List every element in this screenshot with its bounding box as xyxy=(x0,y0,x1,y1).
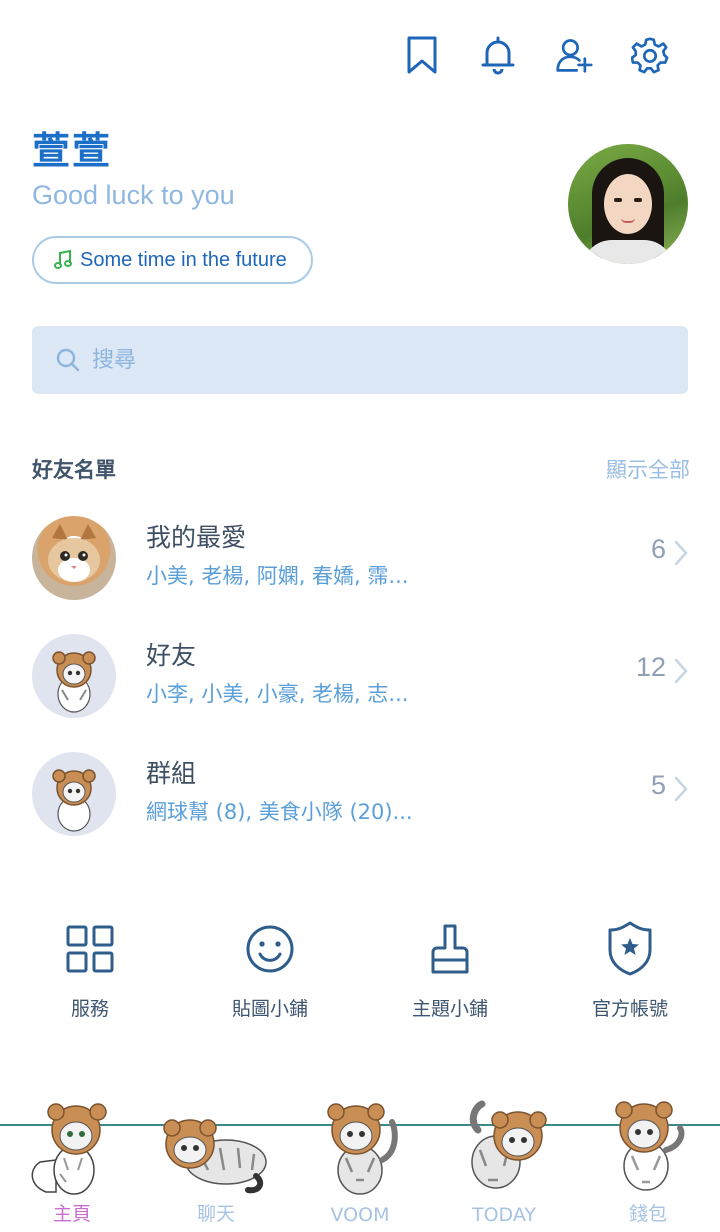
friend-group-members: 小李, 小美, 小豪, 老楊, 志... xyxy=(146,682,409,706)
add-friend-button[interactable] xyxy=(536,30,612,80)
tab-home[interactable]: 主頁 xyxy=(0,1100,144,1232)
tab-label: 錢包 xyxy=(628,1203,667,1225)
friend-group-name: 群組 xyxy=(146,759,197,788)
friends-section-title: 好友名單 xyxy=(32,458,116,482)
tab-label: VOOM xyxy=(330,1204,390,1226)
add-friend-icon xyxy=(556,39,593,73)
cat-sticker-icon xyxy=(615,1101,685,1191)
theme-shop-shortcut[interactable]: 主題小鋪 xyxy=(360,920,540,1030)
shortcut-label: 官方帳號 xyxy=(591,998,668,1020)
tab-today[interactable]: TODAY xyxy=(432,1100,576,1232)
cat-sticker-icon xyxy=(469,1100,547,1189)
profile-avatar[interactable] xyxy=(568,144,688,264)
sticker-shop-shortcut[interactable]: 貼圖小鋪 xyxy=(180,920,360,1030)
tab-wallet[interactable]: 錢包 xyxy=(576,1100,720,1232)
gear-icon xyxy=(631,37,669,74)
search-icon xyxy=(56,348,80,372)
bookmark-button[interactable] xyxy=(384,30,460,80)
friends-avatar xyxy=(32,634,116,718)
cat-sticker-icon xyxy=(327,1103,398,1195)
profile-music-label: Some time in the future xyxy=(80,248,287,271)
friend-group-count: 5 xyxy=(650,770,666,800)
friend-group-members: 小美, 老楊, 阿嫻, 春嬌, 霈... xyxy=(146,564,409,588)
tab-label: TODAY xyxy=(472,1204,536,1226)
groups-avatar xyxy=(32,752,116,836)
bookmark-icon xyxy=(407,36,437,74)
shortcut-label: 服務 xyxy=(70,998,109,1020)
profile-status-message[interactable]: Good luck to you xyxy=(32,180,235,211)
cat-sticker-icon xyxy=(31,1103,107,1195)
services-shortcut[interactable]: 服務 xyxy=(0,920,180,1030)
friend-group-count: 12 xyxy=(635,652,666,682)
friend-group-name: 好友 xyxy=(146,641,197,670)
shield-star-icon xyxy=(608,921,652,976)
search-bar[interactable] xyxy=(32,326,688,394)
profile-name[interactable]: 萱萱 xyxy=(32,120,112,175)
shortcut-label: 貼圖小鋪 xyxy=(231,998,308,1020)
settings-button[interactable] xyxy=(612,30,688,80)
search-input[interactable] xyxy=(92,347,652,373)
tab-voom[interactable]: VOOM xyxy=(288,1100,432,1232)
shortcut-label: 主題小鋪 xyxy=(411,998,488,1020)
friend-group-members: 網球幫 (8), 美食小隊 (20)... xyxy=(146,800,413,824)
tab-chats[interactable]: 聊天 xyxy=(144,1100,288,1232)
friend-group-count: 6 xyxy=(650,534,666,564)
top-toolbar xyxy=(384,30,688,80)
friend-group-favorites[interactable]: 我的最愛 小美, 老楊, 阿嫻, 春嬌, 霈... 6 xyxy=(0,508,720,608)
cat-sticker-icon xyxy=(163,1119,267,1194)
tab-label: 聊天 xyxy=(196,1203,235,1225)
smiley-icon xyxy=(246,925,294,973)
show-all-link[interactable]: 顯示全部 xyxy=(606,454,690,484)
chevron-right-icon xyxy=(674,540,688,566)
friend-group-groups[interactable]: 群組 網球幫 (8), 美食小隊 (20)... 5 xyxy=(0,744,720,844)
bottom-tab-bar: 主頁 聊天 VOOM TODAY 錢包 xyxy=(0,1100,720,1232)
friend-group-name: 我的最愛 xyxy=(146,523,247,552)
grid-icon xyxy=(66,925,114,973)
brush-icon xyxy=(431,924,469,974)
friend-group-friends[interactable]: 好友 小李, 小美, 小豪, 老楊, 志... 12 xyxy=(0,626,720,726)
music-note-icon xyxy=(54,250,72,269)
tab-label: 主頁 xyxy=(52,1203,91,1225)
bell-icon xyxy=(481,36,515,75)
favorites-avatar xyxy=(32,516,116,600)
official-accounts-shortcut[interactable]: 官方帳號 xyxy=(540,920,720,1030)
chevron-right-icon xyxy=(674,776,688,802)
notifications-button[interactable] xyxy=(460,30,536,80)
profile-music-button[interactable]: Some time in the future xyxy=(32,236,313,284)
chevron-right-icon xyxy=(674,658,688,684)
